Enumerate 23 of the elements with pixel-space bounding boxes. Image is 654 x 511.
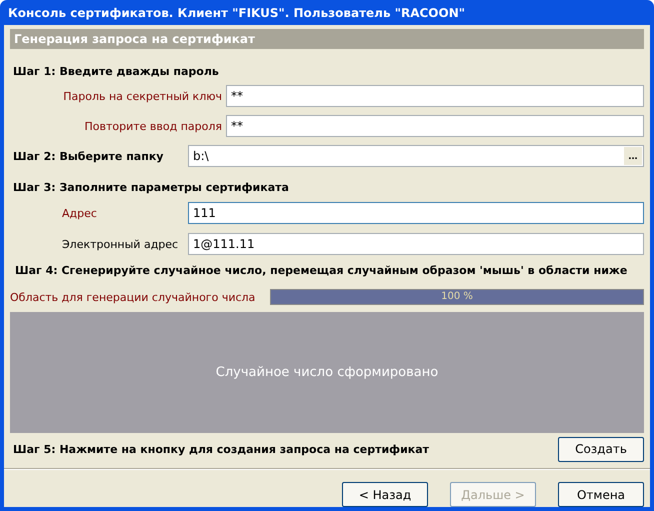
create-button[interactable]: Создать	[558, 436, 644, 462]
input-field[interactable]: **	[226, 115, 644, 137]
section-header: Генерация запроса на сертификат	[10, 29, 644, 49]
field-label: Пароль на секретный ключ	[62, 90, 223, 102]
wizard-button[interactable]: < Назад	[342, 482, 428, 507]
step-label: Шаг 4: Сгенерируйте случайное число, перемещая случайным образом 'мышь' в области ниже	[15, 264, 628, 279]
field-label: Адрес	[61, 206, 98, 220]
field-label: Область для генерации случайного числа	[10, 290, 256, 304]
window-title: Консоль сертификатов. Клиент "FIKUS". Пользователь "RACOON"	[7, 4, 466, 22]
field-label: Повторите ввод пароля	[83, 120, 223, 132]
step-label: Шаг 3: Заполните параметры сертификата	[13, 181, 290, 196]
step-label: Шаг 5: Нажмите на кнопку для создания запроса на сертификат	[12, 442, 430, 456]
input-field[interactable]: 111	[188, 202, 644, 224]
input-field[interactable]: 1@111.11	[188, 233, 644, 255]
area-text: Случайное число сформировано	[216, 365, 438, 380]
wizard-button[interactable]: Отмена	[558, 482, 644, 507]
browse-button[interactable]: ...	[624, 147, 642, 165]
step-label: Шаг 2: Выберите папку	[12, 150, 164, 162]
input-field[interactable]: **	[226, 85, 644, 107]
step-label: Шаг 1: Введите дважды пароль	[13, 65, 220, 80]
folder-field[interactable]: b:\ ...	[188, 145, 644, 167]
progress-text: 100 %	[441, 291, 473, 302]
field-label: Электронный адрес	[61, 238, 180, 250]
